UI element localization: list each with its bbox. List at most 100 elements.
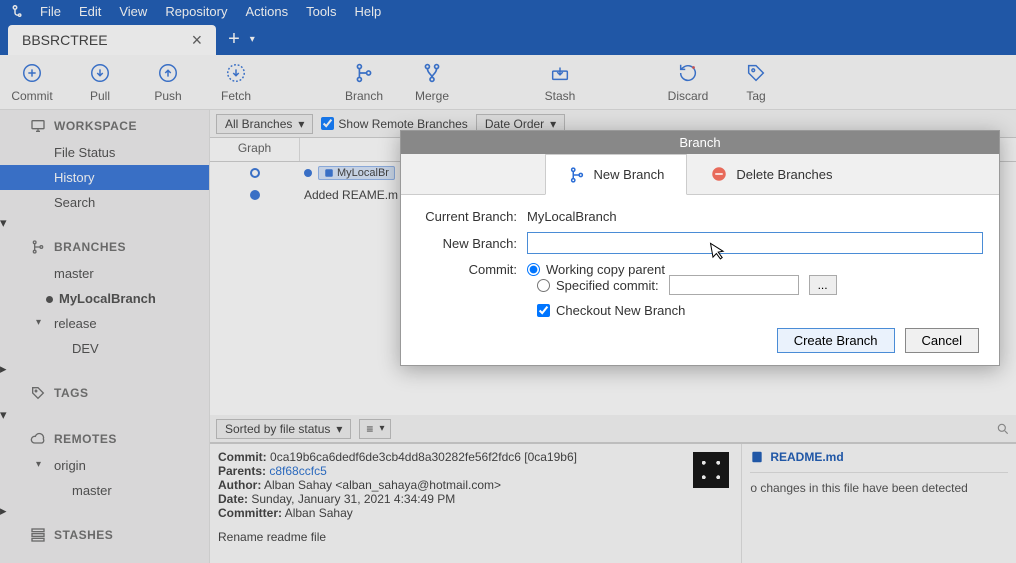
browse-commit-button[interactable]: ... [809, 275, 837, 295]
sort-dropdown[interactable]: Sorted by file status▾ [216, 419, 351, 439]
branch-dev[interactable]: DEV [0, 336, 209, 361]
download-icon [89, 62, 111, 84]
menu-file[interactable]: File [32, 2, 69, 21]
pull-button[interactable]: Pull [76, 62, 124, 103]
branch-master[interactable]: master [0, 261, 209, 286]
app-logo [6, 2, 24, 20]
parent-link[interactable]: c8f68ccfc5 [269, 464, 326, 478]
chevron-down-icon: ▾ [336, 422, 342, 436]
commit-message: Rename readme file [218, 530, 733, 544]
tab-title: BBSRCTREE [22, 32, 108, 48]
chevron-right-icon[interactable]: ▸ [0, 503, 7, 518]
branch-icon [30, 239, 46, 255]
push-button[interactable]: Push [144, 62, 192, 103]
remote-origin-master[interactable]: master [0, 478, 209, 503]
chevron-down-icon[interactable]: ▾ [0, 407, 7, 422]
menubar: File Edit View Repository Actions Tools … [0, 0, 1016, 22]
chevron-down-icon[interactable]: ▾ [36, 459, 41, 470]
menu-tools[interactable]: Tools [298, 2, 344, 21]
bottom-panel: Commit: 0ca19b6ca6dedf6de3cb4dd8a30282fe… [210, 443, 1016, 563]
cursor-icon [709, 240, 728, 262]
merge-button[interactable]: Merge [408, 62, 456, 103]
branches-header[interactable]: BRANCHES [0, 231, 209, 261]
chevron-down-icon[interactable]: ▾ [36, 317, 41, 328]
menu-actions[interactable]: Actions [237, 2, 296, 21]
stash-icon [30, 527, 46, 543]
tags-header[interactable]: TAGS [0, 377, 209, 407]
toolbar: Commit Pull Push Fetch Branch Merge Stas… [0, 55, 1016, 110]
branch-mylocal[interactable]: MyLocalBranch [0, 286, 209, 311]
chevron-right-icon[interactable]: ▸ [0, 361, 7, 376]
file-icon [750, 450, 764, 464]
commit-details: Commit: 0ca19b6ca6dedf6de3cb4dd8a30282fe… [210, 444, 742, 563]
repo-tab[interactable]: BBSRCTREE × [8, 25, 216, 55]
current-branch-label: Current Branch: [417, 209, 527, 224]
new-branch-input[interactable] [527, 232, 983, 254]
close-icon[interactable]: × [188, 30, 207, 51]
remotes-header[interactable]: REMOTES [0, 423, 209, 453]
sidebar-file-status[interactable]: File Status [0, 140, 209, 165]
menu-repository[interactable]: Repository [157, 2, 235, 21]
workspace-header[interactable]: WORKSPACE [0, 110, 209, 140]
plus-circle-icon [21, 62, 43, 84]
menu-edit[interactable]: Edit [71, 2, 109, 21]
branch-chip: MyLocalBr [318, 166, 395, 180]
dialog-title: Branch [401, 131, 999, 154]
stash-icon [549, 62, 571, 84]
dialog-tabs: New Branch Delete Branches [401, 154, 999, 195]
monitor-icon [30, 118, 46, 134]
sidebar-history[interactable]: History [0, 165, 209, 190]
cloud-icon [30, 431, 46, 447]
plus-icon: + [228, 28, 240, 51]
fetch-button[interactable]: Fetch [212, 62, 260, 103]
chevron-down-icon: ▾ [298, 117, 304, 131]
tabbar: BBSRCTREE × + ▾ [0, 22, 1016, 55]
cancel-button[interactable]: Cancel [905, 328, 979, 353]
graph-column-header: Graph [210, 138, 300, 161]
radio-specified-commit[interactable]: Specified commit: ... [537, 275, 983, 295]
merge-icon [421, 62, 443, 84]
discard-button[interactable]: Discard [664, 62, 712, 103]
show-remote-checkbox[interactable]: Show Remote Branches [321, 117, 467, 131]
tag-icon [745, 62, 767, 84]
tag-icon [30, 385, 46, 401]
minus-circle-icon [710, 165, 728, 183]
chevron-down-icon: ▾ [550, 117, 556, 131]
all-branches-dropdown[interactable]: All Branches▾ [216, 114, 313, 134]
menu-help[interactable]: Help [346, 2, 389, 21]
new-branch-label: New Branch: [417, 236, 527, 251]
avatar [693, 452, 729, 488]
tab-new-branch[interactable]: New Branch [545, 154, 688, 195]
stashes-header[interactable]: STASHES [0, 519, 209, 549]
commit-node-icon [250, 168, 260, 178]
current-branch-value: MyLocalBranch [527, 209, 617, 224]
chevron-down-icon: ▾ [250, 34, 255, 45]
sidebar-search[interactable]: Search [0, 190, 209, 215]
discard-icon [677, 62, 699, 84]
menu-view[interactable]: View [111, 2, 155, 21]
dialog-body: Current Branch: MyLocalBranch New Branch… [401, 195, 999, 365]
view-options-dropdown[interactable]: ≡ ▾ [359, 419, 391, 439]
commit-label: Commit: [417, 262, 527, 277]
branch-dialog: Branch New Branch Delete Branches Curren… [400, 130, 1000, 366]
commit-node-icon [250, 190, 260, 200]
branch-button[interactable]: Branch [340, 62, 388, 103]
file-name[interactable]: README.md [750, 450, 1008, 464]
new-tab-button[interactable]: + ▾ [218, 28, 263, 55]
sidebar: WORKSPACE File Status History Search ▾ B… [0, 110, 210, 563]
tab-delete-branches[interactable]: Delete Branches [687, 154, 855, 194]
sort-bar: Sorted by file status▾ ≡ ▾ [210, 415, 1016, 443]
checkout-new-branch-checkbox[interactable]: Checkout New Branch [417, 303, 983, 318]
file-diff-note: o changes in this file have been detecte… [750, 472, 1008, 495]
remote-origin[interactable]: origin [0, 453, 209, 478]
stash-button[interactable]: Stash [536, 62, 584, 103]
branch-release[interactable]: release [0, 311, 209, 336]
specified-commit-input[interactable] [669, 275, 799, 295]
branch-icon [568, 166, 586, 184]
tag-button[interactable]: Tag [732, 62, 780, 103]
commit-button[interactable]: Commit [8, 62, 56, 103]
fetch-icon [225, 62, 247, 84]
search-icon[interactable] [996, 422, 1010, 436]
create-branch-button[interactable]: Create Branch [777, 328, 895, 353]
chevron-down-icon[interactable]: ▾ [0, 215, 7, 230]
